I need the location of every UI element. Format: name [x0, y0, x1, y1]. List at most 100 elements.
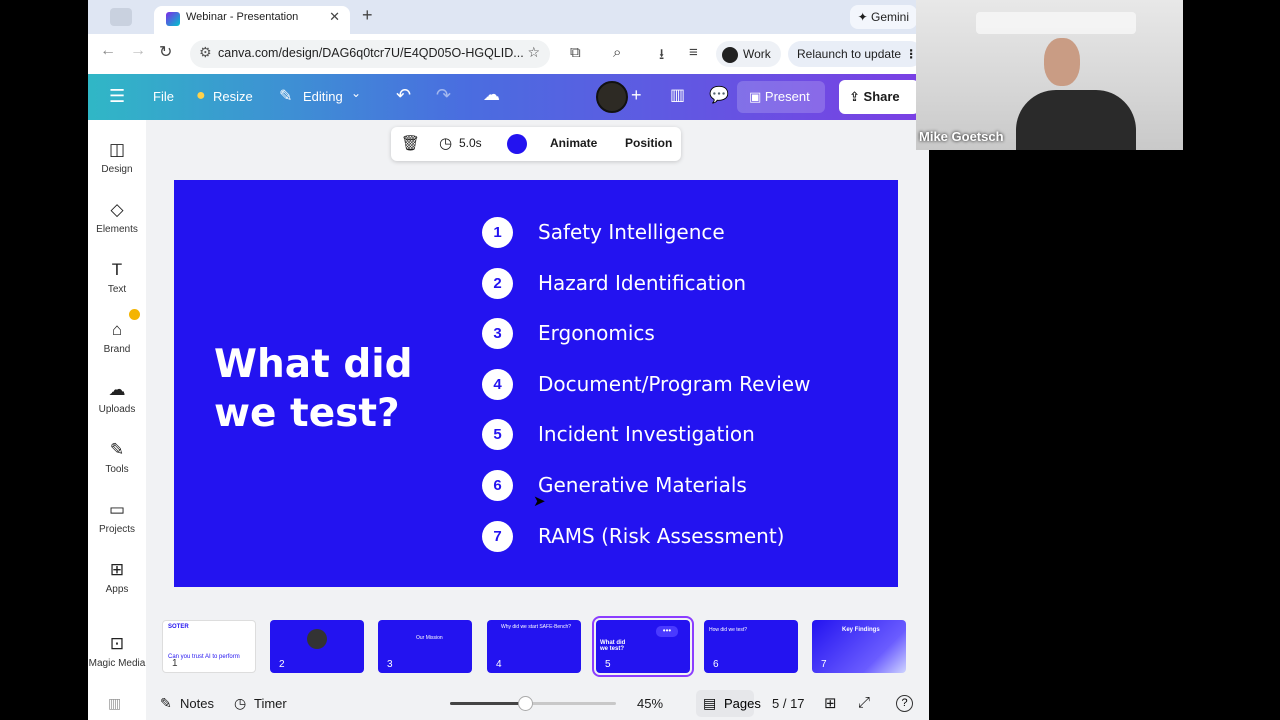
cloud-saved-icon[interactable]: ☁: [483, 85, 500, 105]
apps-icon: ⊞: [109, 560, 125, 579]
thumbnail-caption: Can you trust AI to perform: [168, 654, 240, 660]
notes-button[interactable]: Notes: [180, 696, 214, 711]
brand-icon: ⌂: [111, 320, 123, 339]
gemini-button[interactable]: ✦ Gemini: [849, 5, 917, 29]
presenter-body: [1016, 90, 1136, 150]
thumbnail-page-4[interactable]: Why did we start SAFE-Bench? 4: [487, 620, 581, 673]
sidebar-item-label: Apps: [105, 584, 129, 595]
url-text[interactable]: canva.com/design/DAG6q0tcr7U/E4QD05O-HGQ…: [218, 46, 524, 60]
user-avatar[interactable]: [596, 81, 628, 113]
bookmark-star-icon[interactable]: ☆: [527, 44, 540, 61]
bottom-bar: ✎ Notes ◷ Timer 45% ▤ Pages 5 / 17 ⊞ ⤢ ?: [146, 687, 929, 720]
sidebar-item-apps[interactable]: ⊞ Apps: [88, 560, 146, 595]
thumbnail-page-3[interactable]: Our Mission 3: [378, 620, 472, 673]
sidebar-item-elements[interactable]: ◇ Elements: [88, 200, 146, 235]
sidebar-item-projects[interactable]: ▭ Projects: [88, 500, 146, 535]
browser-tab[interactable]: Webinar - Presentation ✕: [154, 6, 350, 34]
position-button[interactable]: Position: [625, 136, 672, 150]
sidebar-item-label: Uploads: [98, 404, 136, 415]
thumbnail-number: 4: [496, 659, 502, 670]
timer-button[interactable]: Timer: [254, 696, 287, 711]
reload-icon[interactable]: ↻: [159, 42, 172, 62]
thumbnail-caption: Key Findings: [842, 627, 880, 633]
sidebar-item-label: Elements: [96, 224, 138, 235]
media-control-icon[interactable]: ≡: [689, 44, 698, 61]
undo-icon[interactable]: ↶: [396, 85, 411, 106]
ceiling-light: [976, 12, 1136, 34]
list-text: Hazard Identification: [538, 271, 747, 295]
present-button[interactable]: ▣ Present: [737, 81, 825, 113]
list-number: 6: [482, 470, 513, 501]
sidebar-item-label: Projects: [98, 524, 136, 535]
zoom-slider-handle[interactable]: [517, 696, 533, 711]
animate-button[interactable]: Animate: [550, 136, 597, 150]
duration-button[interactable]: 5.0s: [459, 136, 482, 150]
thumbnail-number: 3: [387, 659, 393, 670]
slide-title[interactable]: What did we test?: [214, 340, 454, 438]
close-tab-icon[interactable]: ✕: [329, 9, 340, 25]
editing-mode-button[interactable]: Editing: [303, 89, 343, 104]
sparkle-icon: ✦: [857, 10, 868, 24]
clock-icon: ◷: [439, 135, 453, 152]
share-icon: ⇪: [849, 89, 860, 104]
grid-view-icon[interactable]: ⊞: [824, 694, 837, 712]
insights-chart-icon[interactable]: ▥: [670, 85, 685, 105]
thumbnail-caption: What did we test?: [600, 640, 626, 652]
list-number: 5: [482, 419, 513, 450]
pages-icon: ▤: [703, 695, 717, 711]
zoom-level[interactable]: 45%: [637, 696, 663, 711]
thumbnail-more-icon[interactable]: •••: [656, 626, 678, 637]
thumbnail-page-1[interactable]: SOTER Can you trust AI to perform 1: [162, 620, 256, 673]
thumbnail-page-2[interactable]: 2: [270, 620, 364, 673]
design-icon: ◫: [108, 140, 126, 159]
forward-icon[interactable]: →: [130, 42, 146, 60]
resize-button[interactable]: Resize: [213, 89, 253, 104]
profile-pill[interactable]: Work: [716, 41, 781, 67]
sidebar-item-uploads[interactable]: ☁ Uploads: [88, 380, 146, 415]
thumbnail-page-5[interactable]: What did we test? ••• 5: [592, 616, 694, 677]
back-icon[interactable]: ←: [100, 42, 116, 60]
hamburger-menu-icon[interactable]: ☰: [109, 86, 125, 107]
relaunch-button[interactable]: Relaunch to update ⋮: [788, 41, 924, 67]
sidebar-item-brand[interactable]: ⌂ Brand: [88, 320, 146, 355]
pages-button[interactable]: ▤ Pages: [696, 690, 761, 717]
thumbnail-number: 2: [279, 659, 285, 670]
text-icon: T: [111, 260, 123, 279]
address-bar-row: ← → ↻ ⚙ canva.com/design/DAG6q0tcr7U/E4Q…: [88, 34, 929, 74]
download-icon[interactable]: ⭳: [659, 44, 664, 69]
thumbnail-number: 1: [172, 658, 178, 669]
browser-window: Webinar - Presentation ✕ + ✦ Gemini ← → …: [88, 0, 929, 720]
insights-icon[interactable]: ▥: [108, 695, 121, 712]
slide-canvas[interactable]: What did we test? 1 Safety Intelligence 2…: [174, 180, 898, 587]
thumbnail-brand: SOTER: [168, 624, 189, 630]
extension-icon[interactable]: ⧉: [570, 44, 581, 61]
list-number: 4: [482, 369, 513, 400]
chevron-down-icon[interactable]: ⌄: [351, 86, 361, 100]
list-text: Safety Intelligence: [538, 220, 725, 244]
new-tab-button[interactable]: +: [362, 5, 373, 26]
redo-icon[interactable]: ↷: [436, 85, 451, 106]
screen-search-icon[interactable]: ⌕: [613, 44, 621, 61]
sidebar-item-design[interactable]: ◫ Design: [88, 140, 146, 175]
site-info-icon[interactable]: ⚙: [199, 44, 212, 61]
thumbnail-page-6[interactable]: How did we test? 6: [704, 620, 798, 673]
share-button[interactable]: ⇪ Share: [839, 80, 919, 114]
sidebar-item-tools[interactable]: ✎ Tools: [88, 440, 146, 475]
trash-icon[interactable]: 🗑: [401, 134, 420, 152]
tab-search-icon[interactable]: [110, 8, 132, 26]
uploads-icon: ☁: [108, 380, 126, 399]
pencil-icon: ✎: [279, 88, 293, 105]
page-indicator: 5 / 17: [772, 696, 805, 711]
comment-icon[interactable]: 💬: [709, 85, 729, 105]
file-menu[interactable]: File: [153, 89, 174, 104]
add-collaborator-icon[interactable]: +: [631, 85, 642, 106]
fullscreen-icon[interactable]: ⤢: [858, 694, 870, 711]
omnibox[interactable]: ⚙ canva.com/design/DAG6q0tcr7U/E4QD05O-H…: [190, 40, 550, 68]
color-swatch[interactable]: [507, 134, 527, 154]
pages-label: Pages: [724, 696, 761, 711]
thumbnail-page-7[interactable]: Key Findings 7: [812, 620, 906, 673]
sidebar-item-label: Tools: [105, 464, 129, 475]
zoom-slider[interactable]: [450, 696, 616, 711]
sidebar-item-text[interactable]: T Text: [88, 260, 146, 295]
help-icon[interactable]: ?: [896, 695, 913, 712]
